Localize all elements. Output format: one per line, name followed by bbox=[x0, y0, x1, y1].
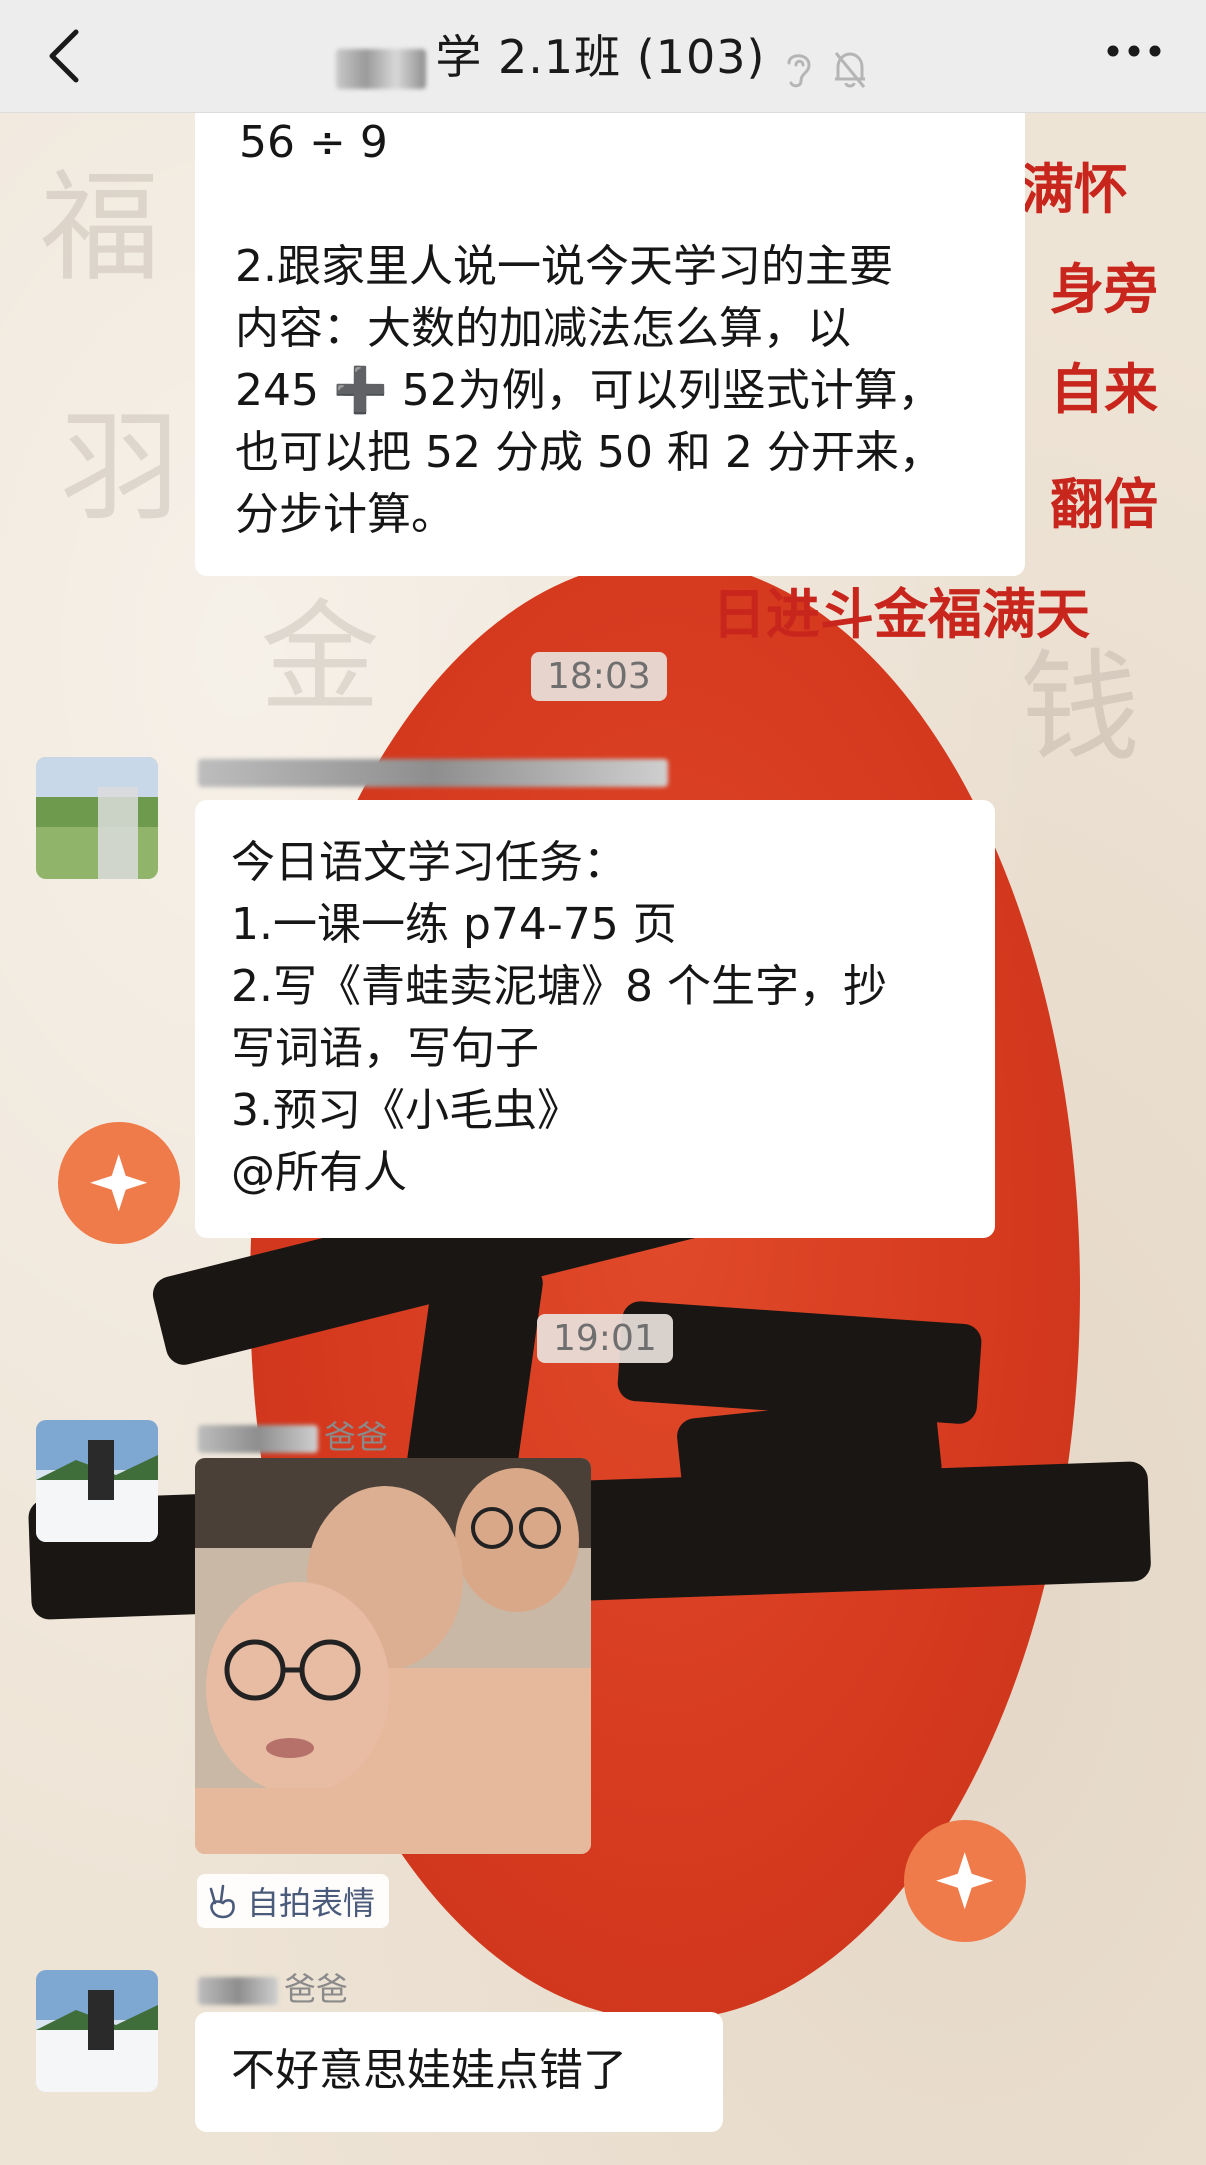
star-icon bbox=[936, 1852, 994, 1910]
floating-star-button[interactable] bbox=[58, 1122, 180, 1244]
message-line: 今日语文学习任务： bbox=[231, 837, 627, 888]
message-line: 写词语，写句子 bbox=[231, 1023, 539, 1074]
poem-line-5: 日进斗金福满天 bbox=[712, 582, 1090, 646]
sender-nickname-text: 爸爸 bbox=[284, 1970, 349, 2008]
message-bubble-math-task[interactable]: 56 ÷ 9 2.跟家里人说一说今天学习的主要 内容：大数的加减法怎么算，以 2… bbox=[195, 100, 1025, 576]
message-line: 1.一课一练 p74-75 页 bbox=[231, 899, 677, 950]
message-line: 2.跟家里人说一说今天学习的主要 bbox=[235, 241, 893, 292]
poem-line-2: 身旁 bbox=[1050, 257, 1158, 321]
floating-star-button-2[interactable] bbox=[904, 1820, 1026, 1942]
message-line: 也可以把 52 分成 50 和 2 分开来， bbox=[235, 427, 943, 478]
message-line: @所有人 bbox=[231, 1147, 407, 1198]
avatar-image bbox=[36, 757, 158, 879]
message-line: 2.写《青蛙卖泥塘》8 个生字，抄 bbox=[231, 961, 887, 1012]
poem-line-4: 翻倍 bbox=[1050, 472, 1158, 536]
poem-line-3: 自来 bbox=[1050, 357, 1158, 421]
avatar-image bbox=[36, 1970, 158, 2092]
avatar-image bbox=[36, 1420, 158, 1542]
message-bubble-apology[interactable]: 不好意思娃娃点错了 bbox=[195, 2012, 723, 2132]
message-line: 不好意思娃娃点错了 bbox=[231, 2045, 627, 2096]
star-icon bbox=[90, 1154, 148, 1212]
sender-nickname: 爸爸 bbox=[198, 1964, 348, 2010]
selfie-photo bbox=[195, 1458, 591, 1854]
selfie-sticker-tag[interactable]: 自拍表情 bbox=[197, 1874, 390, 1928]
back-arrow-icon[interactable] bbox=[44, 26, 84, 86]
chat-header: 学 2.1班 (103) bbox=[0, 0, 1206, 113]
avatar[interactable] bbox=[36, 1970, 158, 2092]
mute-bell-icon bbox=[834, 51, 865, 88]
poem-line-1: 满怀 bbox=[1020, 157, 1128, 221]
message-line: 56 ÷ 9 bbox=[239, 117, 388, 168]
blurred-title-part bbox=[336, 48, 427, 89]
message-line: 245 ➕ 52为例，可以列竖式计算， bbox=[235, 365, 942, 416]
avatar[interactable] bbox=[36, 757, 158, 879]
sender-nickname-blurred bbox=[198, 752, 674, 790]
peace-hand-icon bbox=[209, 1884, 235, 1919]
sender-nickname: 爸爸 bbox=[198, 1412, 388, 1458]
message-bubble-chinese-task[interactable]: 今日语文学习任务： 1.一课一练 p74-75 页 2.写《青蛙卖泥塘》8 个生… bbox=[195, 800, 995, 1238]
chat-title-row: 学 2.1班 (103) bbox=[336, 21, 869, 91]
ear-icon bbox=[787, 54, 811, 87]
message-line: 3.预习《小毛虫》 bbox=[231, 1085, 581, 1136]
avatar[interactable] bbox=[36, 1420, 158, 1542]
selfie-sticker-label: 自拍表情 bbox=[247, 1884, 376, 1922]
message-line bbox=[235, 174, 1025, 236]
timestamp: 18:03 bbox=[531, 652, 667, 701]
chat-title: 学 2.1班 (103) bbox=[435, 30, 766, 85]
message-line: 内容：大数的加减法怎么算，以 bbox=[235, 303, 851, 354]
sender-nickname-text: 爸爸 bbox=[324, 1418, 389, 1456]
selfie-sticker-image[interactable] bbox=[195, 1458, 591, 1854]
message-line: 分步计算。 bbox=[235, 489, 455, 540]
timestamp: 19:01 bbox=[537, 1314, 673, 1363]
more-icon[interactable] bbox=[1106, 44, 1162, 58]
